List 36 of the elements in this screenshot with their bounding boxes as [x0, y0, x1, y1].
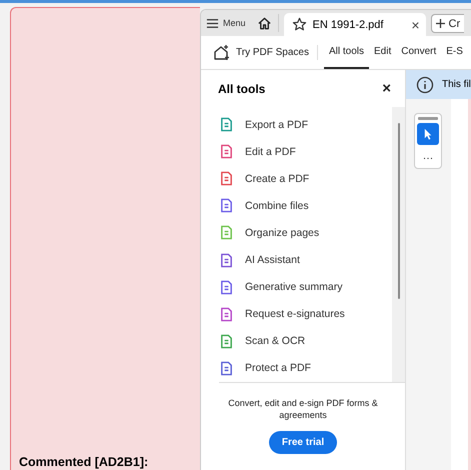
- star-icon: [292, 17, 307, 32]
- spaces-icon: [213, 44, 231, 62]
- tool-item[interactable]: Create a PDF: [219, 165, 392, 192]
- spaces-button[interactable]: Try PDF Spaces: [201, 36, 313, 69]
- tool-item[interactable]: Export a PDF: [219, 111, 392, 138]
- drag-handle[interactable]: [418, 117, 438, 120]
- tool-item[interactable]: Combine files: [219, 192, 392, 220]
- create-button[interactable]: Cr: [430, 14, 464, 33]
- promo-text: Convert, edit and e-sign PDF forms & agreements: [227, 397, 379, 421]
- info-icon: [416, 76, 434, 94]
- panel-title: All tools: [218, 82, 266, 96]
- tool-item[interactable]: AI Assistant: [219, 246, 392, 274]
- plus-icon: [436, 19, 445, 28]
- tool-item[interactable]: Generative summary: [219, 274, 392, 301]
- toolbar-tab[interactable]: Convert: [396, 36, 442, 69]
- select-tool-button[interactable]: [417, 123, 439, 145]
- tool-item[interactable]: Edit a PDF: [219, 138, 392, 166]
- close-tab-button[interactable]: ×: [411, 16, 420, 32]
- scrollbar-thumb[interactable]: [398, 123, 400, 299]
- tool-item[interactable]: Request e-signatures: [219, 300, 392, 328]
- menu-button[interactable]: Menu: [201, 10, 251, 36]
- comment-label: Commented [AD2B1]:: [18, 455, 150, 470]
- menu-icon: [206, 16, 219, 30]
- tool-item[interactable]: Organize pages: [219, 219, 392, 246]
- close-button[interactable]: ×: [382, 80, 391, 97]
- tab-label: EN 1991-2.pdf: [312, 18, 384, 30]
- more-button[interactable]: …: [422, 148, 434, 164]
- tool-item[interactable]: Protect a PDF: [219, 354, 392, 382]
- document-tab[interactable]: EN 1991-2.pdf ×: [284, 13, 426, 36]
- info-text: This fil: [442, 79, 471, 90]
- tool-item[interactable]: Scan & OCR: [219, 328, 392, 355]
- home-icon: [256, 16, 272, 30]
- toolbar-tab[interactable]: E-S: [441, 36, 468, 69]
- toolbar-tab[interactable]: All tools: [324, 36, 369, 69]
- free-trial-button[interactable]: Free trial: [268, 431, 338, 454]
- toolbar-tab[interactable]: Edit: [369, 36, 396, 69]
